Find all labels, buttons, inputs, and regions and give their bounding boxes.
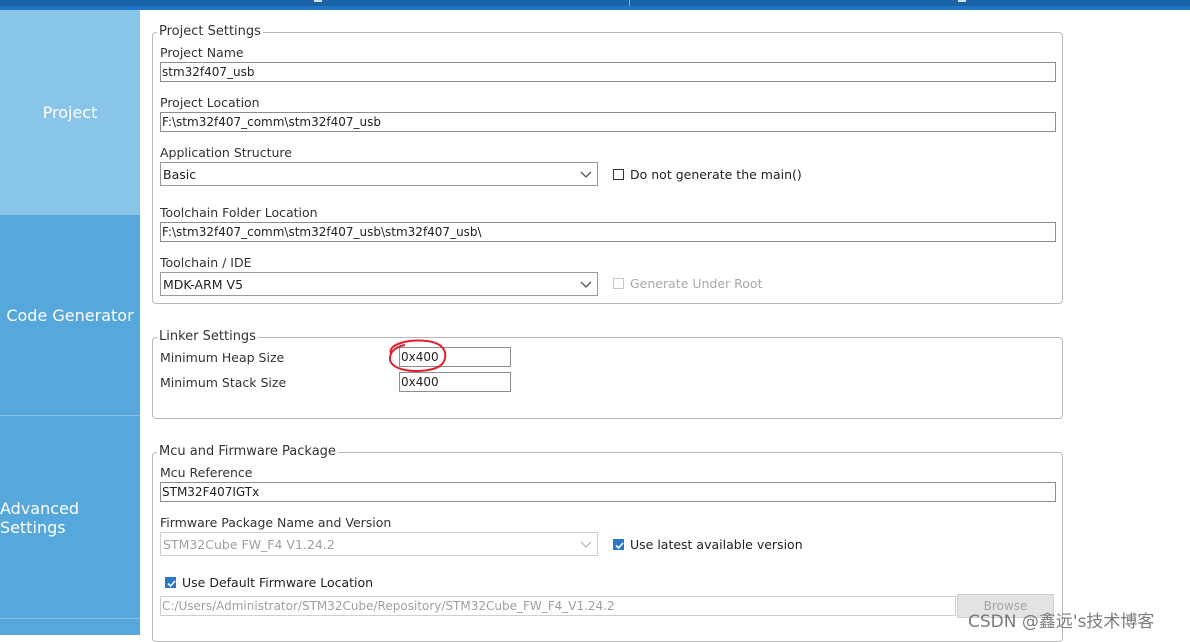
- linker-settings-group: Linker Settings: [152, 329, 1063, 419]
- project-name-input[interactable]: [160, 62, 1056, 82]
- annotation-circle: [388, 339, 447, 372]
- application-structure-select[interactable]: Basic: [160, 162, 598, 186]
- checkbox-box: [165, 577, 176, 588]
- sidebar-item-label: Advanced Settings: [0, 499, 80, 537]
- min-stack-input[interactable]: [399, 372, 511, 392]
- firmware-location-input[interactable]: [160, 596, 956, 616]
- top-tab-bar: [0, 0, 1190, 10]
- sidebar-item-label: Code Generator: [6, 305, 134, 325]
- sidebar-item-project[interactable]: Project: [0, 10, 140, 215]
- toolchain-ide-label: Toolchain / IDE: [160, 255, 252, 270]
- project-location-label: Project Location: [160, 95, 260, 110]
- group-title: Mcu and Firmware Package: [157, 444, 338, 460]
- chevron-down-icon: [580, 281, 592, 288]
- checkbox-box: [613, 539, 624, 550]
- checkbox-label: Do not generate the main(): [630, 167, 802, 182]
- group-title: Project Settings: [157, 24, 263, 40]
- checkbox-box: [613, 278, 624, 289]
- select-value: Basic: [163, 166, 197, 182]
- application-structure-label: Application Structure: [160, 145, 292, 160]
- use-default-location-checkbox[interactable]: Use Default Firmware Location: [165, 575, 373, 590]
- top-tab-text-fragment: [314, 0, 322, 2]
- checkmark-icon: [615, 542, 624, 550]
- sidebar-item-label: Project: [42, 103, 98, 122]
- firmware-package-select[interactable]: STM32Cube FW_F4 V1.24.2: [160, 532, 598, 556]
- do-not-generate-main-checkbox[interactable]: Do not generate the main(): [613, 167, 802, 182]
- project-location-input[interactable]: [160, 112, 1056, 132]
- watermark: CSDN @鑫远's技术博客: [968, 612, 1155, 632]
- firmware-package-label: Firmware Package Name and Version: [160, 515, 392, 530]
- checkbox-label: Use Default Firmware Location: [182, 575, 374, 590]
- toolchain-folder-label: Toolchain Folder Location: [160, 205, 318, 220]
- top-tab-underline: [0, 6, 1190, 10]
- toolchain-folder-input[interactable]: [160, 222, 1056, 242]
- sidebar-item-advanced-settings[interactable]: Advanced Settings: [0, 415, 140, 620]
- project-name-label: Project Name: [160, 45, 244, 60]
- checkbox-label: Generate Under Root: [630, 276, 763, 291]
- checkbox-label: Use latest available version: [630, 537, 803, 552]
- select-value: MDK-ARM V5: [163, 276, 244, 292]
- top-tab-text-fragment: [958, 0, 966, 2]
- checkbox-box: [613, 169, 624, 180]
- mcu-reference-label: Mcu Reference: [160, 465, 253, 480]
- sidebar-item-code-generator[interactable]: Code Generator: [0, 215, 140, 415]
- sidebar-item-partial: [0, 618, 140, 635]
- use-latest-version-checkbox[interactable]: Use latest available version: [613, 537, 803, 552]
- sidebar: Project Code Generator Advanced Settings: [0, 10, 140, 635]
- group-title: Linker Settings: [157, 329, 258, 345]
- mcu-reference-input[interactable]: [160, 482, 1056, 502]
- top-tab-separator: [629, 0, 630, 6]
- select-value: STM32Cube FW_F4 V1.24.2: [163, 536, 335, 552]
- min-stack-label: Minimum Stack Size: [160, 375, 287, 390]
- min-heap-label: Minimum Heap Size: [160, 350, 285, 365]
- chevron-down-icon: [580, 541, 592, 548]
- generate-under-root-checkbox[interactable]: Generate Under Root: [613, 276, 762, 291]
- toolchain-ide-select[interactable]: MDK-ARM V5: [160, 272, 598, 296]
- checkmark-icon: [167, 580, 176, 588]
- chevron-down-icon: [580, 171, 592, 178]
